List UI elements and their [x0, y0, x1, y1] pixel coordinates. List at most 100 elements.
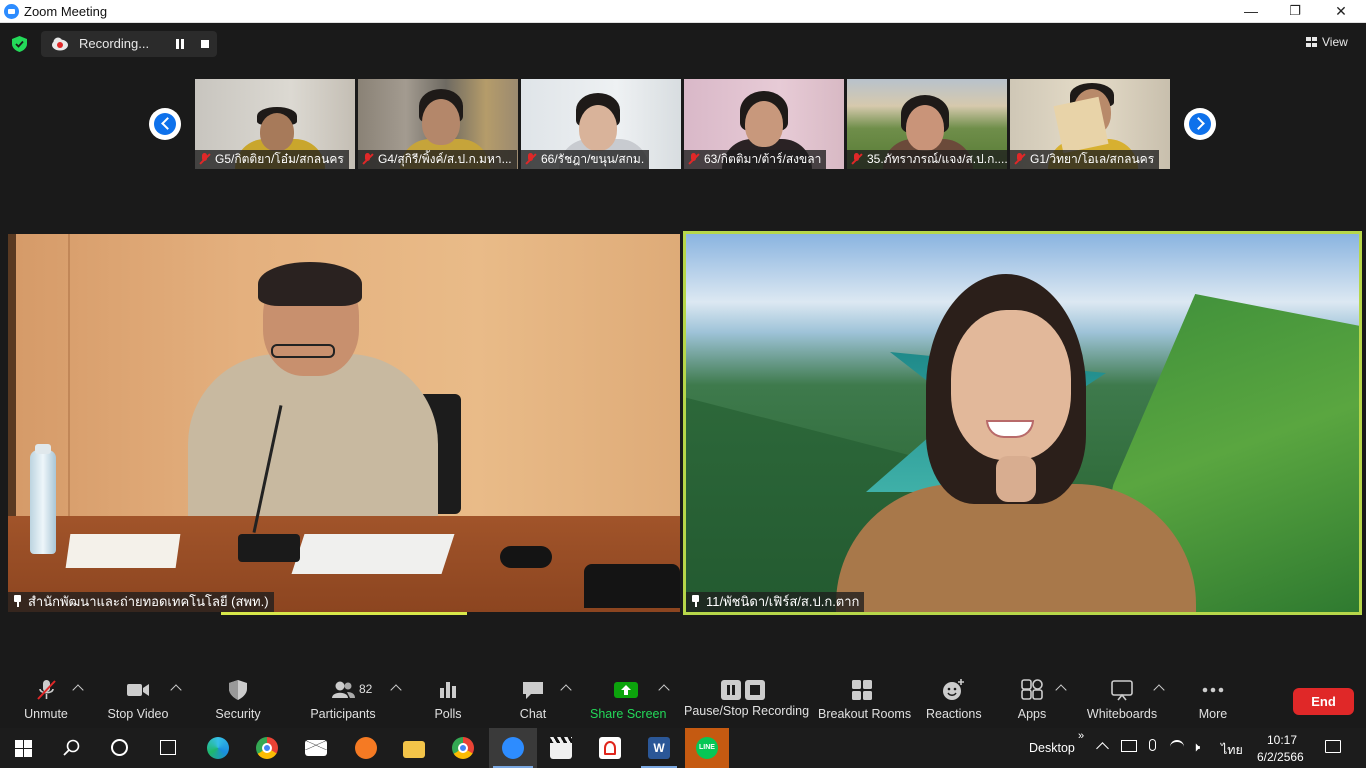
participant-thumbnail[interactable]: 35.ภัทราภรณ์/แจง/ส.ป.ก.... — [847, 79, 1007, 169]
stop-video-label: Stop Video — [107, 707, 169, 721]
sticky-app-icon — [355, 737, 377, 759]
participants-button[interactable]: 82 Participants — [308, 678, 378, 721]
chevron-right-icon — [1192, 117, 1205, 130]
participant-name: สำนักพัฒนาและถ่ายทอดเทคโนโลยี (สพท.) — [8, 592, 274, 612]
clock-time[interactable]: 10:17 — [1267, 733, 1297, 747]
previous-page-button[interactable] — [149, 108, 181, 140]
unmute-label: Unmute — [24, 707, 68, 721]
speaking-indicator — [221, 612, 467, 615]
desktop-toolbar-label[interactable]: Desktop — [1029, 741, 1075, 755]
participant-name: G4/สุกิรี/พิ้งค์/ส.ป.ก.มหา... — [358, 150, 517, 169]
battery-icon[interactable] — [1121, 740, 1137, 752]
microphone-muted-icon — [37, 680, 56, 700]
mic-muted-icon — [199, 153, 211, 165]
taskbar-mail[interactable] — [294, 728, 338, 768]
taskbar-app[interactable] — [344, 728, 388, 768]
participant-thumbnail[interactable]: G4/สุกิรี/พิ้งค์/ส.ป.ก.มหา... — [358, 79, 518, 169]
participant-name: G1/วิทยา/โอเล/สกลนคร — [1010, 150, 1160, 169]
security-button[interactable]: Security — [212, 678, 264, 721]
apps-icon — [1021, 679, 1043, 700]
stop-video-button[interactable]: Stop Video — [106, 678, 170, 721]
chat-button[interactable]: Chat — [516, 678, 550, 721]
pause-stop-recording-button[interactable]: Pause/Stop Recording — [684, 678, 809, 718]
stop-recording-icon[interactable] — [201, 40, 209, 48]
more-button[interactable]: More — [1196, 678, 1230, 721]
folder-icon — [403, 741, 425, 758]
mic-muted-icon — [525, 153, 537, 165]
zoom-app-icon — [502, 737, 524, 759]
windows-logo-icon — [15, 740, 32, 757]
search-icon — [63, 739, 80, 756]
participant-name: 63/กิตติมา/ต้าร์/สงขลา — [684, 150, 827, 169]
mic-muted-icon — [1014, 153, 1026, 165]
polls-button[interactable]: Polls — [430, 678, 466, 721]
clock-date[interactable]: 6/2/2566 — [1257, 750, 1304, 764]
chat-bubble-icon — [523, 682, 543, 699]
share-screen-button[interactable]: Share Screen — [590, 678, 667, 721]
view-button[interactable]: View — [1306, 35, 1348, 49]
security-shield-icon[interactable] — [12, 36, 27, 52]
taskbar-file-explorer[interactable] — [392, 728, 436, 768]
participant-name: 11/พัชนิดา/เฟิร์ส/ส.ป.ก.ตาก — [686, 592, 865, 612]
participant-name: G5/กิตติยา/โอ๋ม/สกลนคร — [195, 150, 349, 169]
taskbar-edge[interactable] — [196, 728, 240, 768]
wifi-icon[interactable] — [1170, 740, 1184, 754]
breakout-rooms-icon — [852, 680, 872, 700]
clapperboard-icon — [550, 737, 572, 759]
end-meeting-button[interactable]: End — [1293, 688, 1354, 715]
apps-button[interactable]: Apps — [1016, 678, 1048, 721]
video-tile-host[interactable]: สำนักพัฒนาและถ่ายทอดเทคโนโลยี (สพท.) — [8, 234, 680, 612]
chrome-browser-icon — [452, 737, 474, 759]
mail-icon — [305, 740, 327, 756]
unmute-button[interactable]: Unmute — [22, 678, 70, 721]
search-button[interactable] — [50, 728, 94, 768]
task-view-button[interactable] — [146, 728, 190, 768]
mic-muted-icon — [362, 153, 374, 165]
taskbar-chrome-2[interactable] — [441, 728, 485, 768]
recording-label: Recording... — [79, 36, 150, 51]
pause-recording-icon[interactable] — [175, 39, 185, 49]
cortana-button[interactable] — [98, 728, 142, 768]
minimize-button[interactable]: — — [1228, 0, 1274, 23]
participants-icon — [332, 681, 355, 698]
participant-name: 35.ภัทราภรณ์/แจง/ส.ป.ก.... — [847, 150, 1007, 169]
more-label: More — [1198, 707, 1228, 721]
recording-cloud-icon — [52, 37, 68, 51]
whiteboard-icon — [1111, 680, 1133, 701]
line-chat-icon: LINE — [696, 737, 718, 759]
cortana-circle-icon — [111, 739, 128, 756]
video-tile-active-speaker[interactable]: 11/พัชนิดา/เฟิร์ส/ส.ป.ก.ตาก — [683, 231, 1362, 615]
participant-thumbnail[interactable]: G5/กิตติยา/โอ๋ม/สกลนคร — [195, 79, 355, 169]
maximize-button[interactable]: ❐ — [1272, 0, 1318, 23]
mic-muted-icon — [688, 153, 700, 165]
notification-center-icon[interactable] — [1325, 740, 1341, 753]
close-window-button[interactable]: ✕ — [1318, 0, 1364, 23]
taskbar-word[interactable]: W — [637, 728, 681, 768]
participant-thumbnail[interactable]: G1/วิทยา/โอเล/สกลนคร — [1010, 79, 1170, 169]
participant-thumbnail[interactable]: 66/รัชฎา/ขนุน/สกม. — [521, 79, 681, 169]
pin-icon — [690, 595, 701, 607]
breakout-rooms-button[interactable]: Breakout Rooms — [818, 678, 912, 721]
whiteboards-button[interactable]: Whiteboards — [1086, 678, 1158, 721]
taskbar-chrome[interactable] — [245, 728, 289, 768]
toolbar-expand-chevrons[interactable]: » — [1078, 730, 1084, 742]
microphone-icon[interactable] — [1149, 739, 1156, 751]
speaker-muted-icon[interactable]: 🕨 — [1192, 739, 1200, 755]
taskbar-line[interactable]: LINE — [685, 728, 729, 768]
reactions-button[interactable]: Reactions — [926, 678, 982, 721]
security-shield-icon — [229, 680, 247, 700]
participant-thumbnail[interactable]: 63/กิตติมา/ต้าร์/สงขลา — [684, 79, 844, 169]
taskbar-pdf[interactable] — [588, 728, 632, 768]
taskbar-zoom[interactable] — [489, 728, 537, 768]
start-button[interactable] — [2, 728, 46, 768]
window-title-bar: Zoom Meeting — ❐ ✕ — [0, 0, 1366, 23]
pin-icon — [12, 595, 23, 607]
next-page-button[interactable] — [1184, 108, 1216, 140]
taskbar-clapper[interactable] — [539, 728, 583, 768]
share-screen-label: Share Screen — [590, 707, 667, 721]
breakout-rooms-label: Breakout Rooms — [818, 707, 912, 721]
view-grid-icon — [1306, 37, 1317, 47]
reactions-label: Reactions — [926, 707, 982, 721]
language-indicator[interactable]: ไทย — [1221, 740, 1243, 760]
chrome-browser-icon — [256, 737, 278, 759]
